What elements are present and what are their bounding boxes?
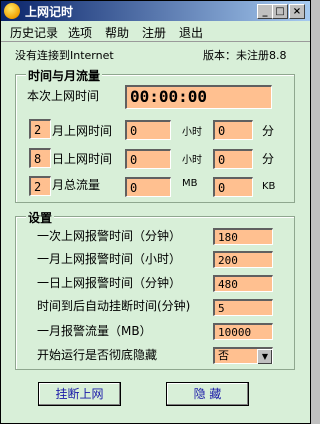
alarm-flow-label: 一月报警流量（MB） (37, 324, 152, 338)
flow-mb-unit: MB (182, 178, 198, 189)
month-mins-unit: 分 (262, 124, 275, 138)
menu-options[interactable]: 选项 (68, 24, 92, 41)
traffic-group-title: 时间与月流量 (26, 67, 103, 84)
restore-button[interactable]: □ (272, 4, 288, 19)
hangup-button[interactable]: 挂断上网 (38, 382, 121, 406)
menu-help[interactable]: 帮助 (105, 24, 129, 41)
day-hours-unit: 小时 (182, 155, 202, 166)
alarm-month-field[interactable]: 200 (213, 251, 273, 268)
day-mins-field[interactable]: 0 (213, 149, 253, 169)
menu-history[interactable]: 历史记录 (10, 24, 58, 41)
day-time-label: 日上网时间 (52, 152, 113, 166)
alarm-session-field[interactable]: 180 (213, 228, 273, 245)
menu-register[interactable]: 注册 (142, 24, 166, 41)
alarm-session-label: 一次上网报警时间（分钟） (37, 229, 182, 243)
month-mins-field[interactable]: 0 (213, 120, 253, 140)
menu-exit[interactable]: 退出 (179, 24, 203, 41)
flow-kb-field[interactable]: 0 (213, 177, 253, 197)
alarm-month-label: 一月上网报警时间（小时） (37, 252, 182, 266)
connection-status: 没有连接到Internet (15, 49, 114, 62)
hide-button[interactable]: 隐 藏 (166, 382, 249, 406)
day-hours-field[interactable]: 0 (125, 149, 171, 169)
hide-on-start-select[interactable]: 否 ▼ (213, 347, 273, 364)
settings-group-title: 设置 (26, 209, 55, 226)
app-window: 上网记时 _ □ × 历史记录 选项 帮助 注册 退出 没有连接到Interne… (0, 0, 311, 424)
auto-hangup-label: 时间到后自动挂断时间(分钟) (37, 299, 191, 313)
session-time-field[interactable]: 00:00:00 (125, 85, 272, 109)
auto-hangup-field[interactable]: 5 (213, 299, 273, 316)
flow-kb-unit: KB (262, 181, 276, 192)
day-mins-unit: 分 (262, 152, 275, 166)
alarm-day-field[interactable]: 480 (213, 275, 273, 292)
menu-bar: 历史记录 选项 帮助 注册 退出 (1, 21, 310, 42)
month-index-field[interactable]: 2 (29, 119, 51, 139)
close-button[interactable]: × (289, 4, 305, 19)
alarm-day-label: 一日上网报警时间（分钟） (37, 276, 182, 290)
day-index-field[interactable]: 8 (29, 148, 51, 168)
hide-on-start-label: 开始运行是否彻底隐藏 (37, 348, 158, 362)
app-clock-icon (4, 3, 20, 19)
month-time-label: 月上网时间 (52, 124, 113, 138)
title-bar[interactable]: 上网记时 _ □ × (1, 1, 310, 21)
hide-on-start-value: 否 (218, 349, 229, 362)
window-title: 上网记时 (25, 5, 74, 19)
dropdown-arrow-icon[interactable]: ▼ (257, 349, 272, 364)
flow-mb-field[interactable]: 0 (125, 177, 171, 197)
month-flow-label: 月总流量 (52, 178, 101, 192)
month-hours-field[interactable]: 0 (125, 120, 171, 140)
flow-index-field[interactable]: 2 (29, 176, 51, 196)
session-time-label: 本次上网时间 (27, 89, 100, 103)
version-status: 版本：未注册8.8 (203, 49, 287, 62)
alarm-flow-field[interactable]: 10000 (213, 323, 273, 340)
minimize-button[interactable]: _ (257, 4, 273, 19)
month-hours-unit: 小时 (182, 127, 202, 138)
